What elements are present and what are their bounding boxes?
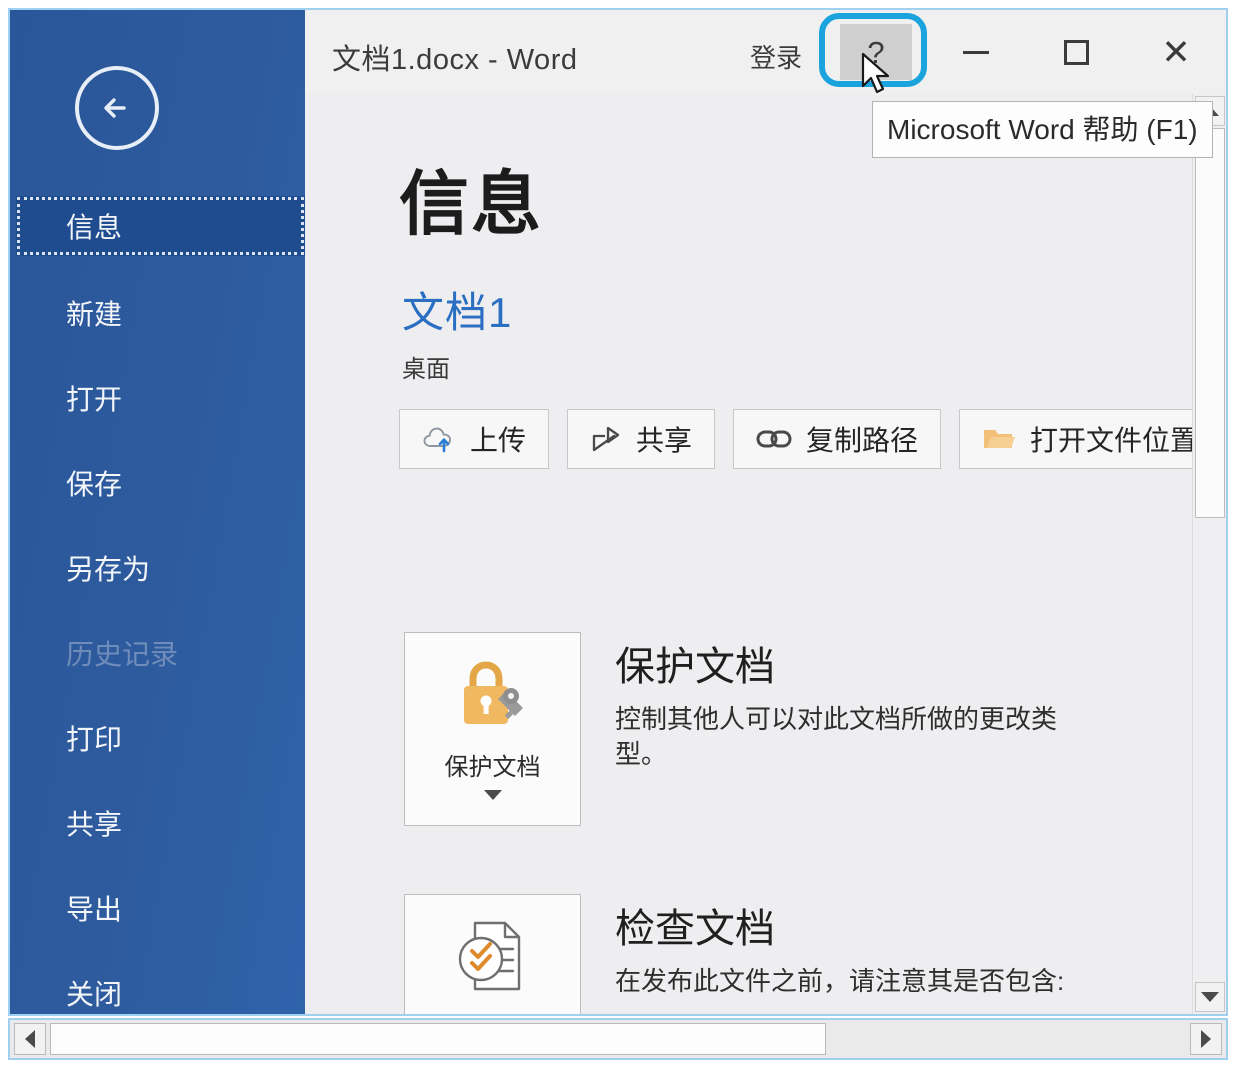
inspect-document-section: 检查问题 检查文档 在发布此文件之前，请注意其是否包含: 文档属性和作者的姓名	[404, 894, 1064, 1014]
protect-document-body: 保护文档 控制其他人可以对此文档所做的更改类型。	[615, 632, 1085, 826]
horizontal-scrollbar[interactable]	[8, 1018, 1228, 1060]
section-description: 在发布此文件之前，请注意其是否包含:	[615, 964, 1064, 999]
action-label: 打开文件位置	[1030, 419, 1198, 459]
sidebar-item-label: 关闭	[66, 973, 122, 1013]
caret-down-icon	[1201, 992, 1219, 1002]
maximize-icon	[1064, 40, 1089, 65]
action-label: 共享	[636, 419, 692, 459]
inspect-document-body: 检查文档 在发布此文件之前，请注意其是否包含: 文档属性和作者的姓名	[615, 894, 1064, 1014]
sidebar-item-export[interactable]: 导出	[16, 878, 305, 938]
upload-button[interactable]: 上传	[399, 409, 549, 469]
vertical-scrollbar-thumb[interactable]	[1195, 128, 1225, 518]
open-file-location-button[interactable]: 打开文件位置	[959, 409, 1221, 469]
bullet-item: 文档属性和作者的姓名	[615, 1009, 1064, 1014]
sidebar-item-label: 历史记录	[66, 633, 178, 673]
minimize-icon	[963, 51, 989, 54]
sidebar-item-save-as[interactable]: 另存为	[16, 538, 305, 598]
scroll-down-button[interactable]	[1195, 982, 1225, 1012]
chevron-down-icon[interactable]	[484, 790, 502, 800]
share-button[interactable]: 共享	[567, 409, 715, 469]
sidebar-item-print[interactable]: 打印	[16, 708, 305, 768]
sidebar-item-label: 导出	[66, 888, 122, 928]
vertical-scrollbar[interactable]	[1192, 94, 1226, 1014]
sidebar-item-new[interactable]: 新建	[16, 283, 305, 343]
arrow-left-icon	[94, 85, 140, 131]
maximize-button[interactable]	[1040, 24, 1112, 80]
action-label: 上传	[470, 419, 526, 459]
copy-path-button[interactable]: 复制路径	[733, 409, 941, 469]
sidebar-item-open[interactable]: 打开	[16, 368, 305, 428]
minimize-button[interactable]	[940, 24, 1012, 80]
sidebar-item-share[interactable]: 共享	[16, 793, 305, 853]
tile-label: 检查问题	[445, 1009, 541, 1014]
sidebar-item-label: 打印	[66, 718, 122, 758]
section-title: 检查文档	[615, 896, 1064, 954]
window-title: 文档1.docx - Word	[332, 36, 577, 78]
help-button[interactable]: ?	[840, 24, 912, 80]
sidebar-item-label: 另存为	[66, 548, 150, 588]
sidebar-item-label: 保存	[66, 463, 122, 503]
document-name-link[interactable]: 文档1	[402, 279, 512, 340]
share-icon	[590, 424, 622, 454]
sidebar-item-label: 新建	[66, 293, 122, 333]
word-window: 文档1.docx - Word 登录 ? ✕ 信息	[8, 8, 1228, 1016]
protect-document-section: 保护文档 保护文档 控制其他人可以对此文档所做的更改类型。	[404, 632, 1085, 826]
action-button-row: 上传 共享 复制路径	[399, 409, 1221, 469]
close-button[interactable]: ✕	[1140, 24, 1212, 80]
action-label: 复制路径	[806, 419, 918, 459]
lock-key-icon	[451, 655, 535, 737]
sidebar-item-label: 共享	[66, 803, 122, 843]
page-title: 信息	[399, 148, 543, 249]
cloud-upload-icon	[422, 424, 456, 454]
sidebar-item-save[interactable]: 保存	[16, 453, 305, 513]
section-title: 保护文档	[615, 634, 1085, 692]
backstage-sidebar: 信息 新建 打开 保存 另存为 历史记录 打印 共享	[10, 10, 305, 1014]
back-button[interactable]	[75, 66, 159, 150]
sidebar-item-history: 历史记录	[16, 623, 305, 683]
bullet-label: 文档属性和作者的姓名	[667, 1009, 927, 1014]
sidebar-item-label: 打开	[66, 378, 122, 418]
help-tooltip: Microsoft Word 帮助 (F1)	[872, 101, 1213, 158]
sidebar-item-close[interactable]: 关闭	[16, 963, 305, 1016]
info-pane: 信息 文档1 桌面 上传 共享	[305, 94, 1228, 1014]
scroll-right-button[interactable]	[1190, 1023, 1222, 1055]
sidebar-item-info[interactable]: 信息	[16, 196, 305, 256]
document-check-icon	[451, 917, 535, 999]
caret-right-icon	[1201, 1030, 1211, 1048]
section-description: 控制其他人可以对此文档所做的更改类型。	[615, 702, 1085, 772]
close-icon: ✕	[1161, 35, 1190, 70]
caret-left-icon	[25, 1030, 35, 1048]
word-backstage-screenshot: 文档1.docx - Word 登录 ? ✕ 信息	[0, 0, 1236, 1068]
tile-label: 保护文档	[445, 747, 541, 782]
sign-in-button[interactable]: 登录	[750, 38, 802, 75]
horizontal-scrollbar-thumb[interactable]	[50, 1023, 826, 1055]
protect-document-tile[interactable]: 保护文档	[404, 632, 581, 826]
sidebar-item-label: 信息	[66, 206, 122, 246]
check-issues-tile[interactable]: 检查问题	[404, 894, 581, 1014]
link-icon	[756, 427, 792, 451]
document-path: 桌面	[402, 349, 450, 384]
scroll-left-button[interactable]	[14, 1023, 46, 1055]
folder-icon	[982, 426, 1016, 452]
